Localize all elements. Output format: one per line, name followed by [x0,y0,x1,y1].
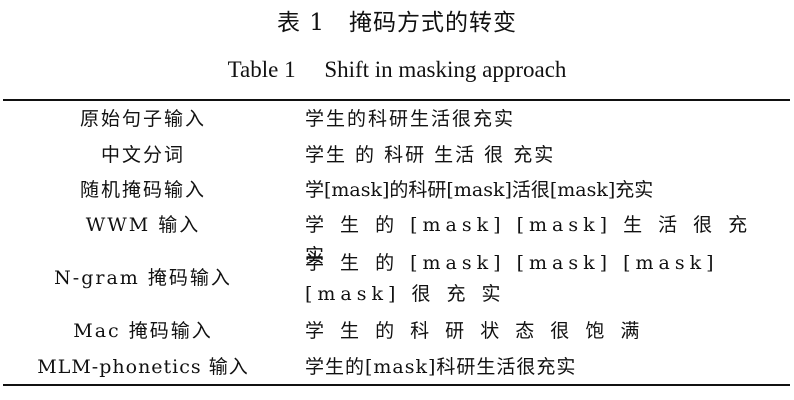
row-label: MLM-phonetics 输入 [37,356,249,378]
row-label: 原始句子输入 [79,108,206,130]
row-value: 学生 的 科研 生活 很 充实 [305,144,556,166]
row-value: 学 生 的 科 研 状 态 很 饱 满 [305,320,645,342]
table-top-rule [3,99,790,101]
row-value: 学 生 的 [mask] [mask] [mask] [mask] 很 充 实 [305,252,730,305]
row-label: 随机掩码输入 [79,179,206,201]
row-label: Mac 掩码输入 [73,320,213,342]
table-row: WWM 输入 学 生 的 [mask] [mask] 生 活 很 充 实 [3,210,790,267]
table-caption-zh: 表 1 掩码方式的转变 [277,10,517,36]
row-label: 中文分词 [100,144,185,166]
row-label: WWM 输入 [85,214,201,236]
table-row: Mac 掩码输入 学 生 的 科 研 状 态 很 饱 满 [3,316,790,346]
table-row: MLM-phonetics 输入 学生的[mask]科研生活很充实 [3,352,790,382]
row-value: 学[mask]的科研[mask]活很[mask]充实 [305,179,654,201]
table-caption-en: Table 1 Shift in masking approach [227,57,567,82]
row-value: 学生的科研生活很充实 [305,108,516,130]
row-value: 学生的[mask]科研生活很充实 [305,356,577,378]
table-row: N-gram 掩码输入 学 生 的 [mask] [mask] [mask] [… [3,248,790,312]
row-label: N-gram 掩码输入 [54,267,232,289]
table-bottom-rule [3,384,790,386]
table-row: 随机掩码输入 学[mask]的科研[mask]活很[mask]充实 [3,175,790,205]
table-row: 原始句子输入 学生的科研生活很充实 [3,104,790,134]
table-row: 中文分词 学生 的 科研 生活 很 充实 [3,140,790,170]
